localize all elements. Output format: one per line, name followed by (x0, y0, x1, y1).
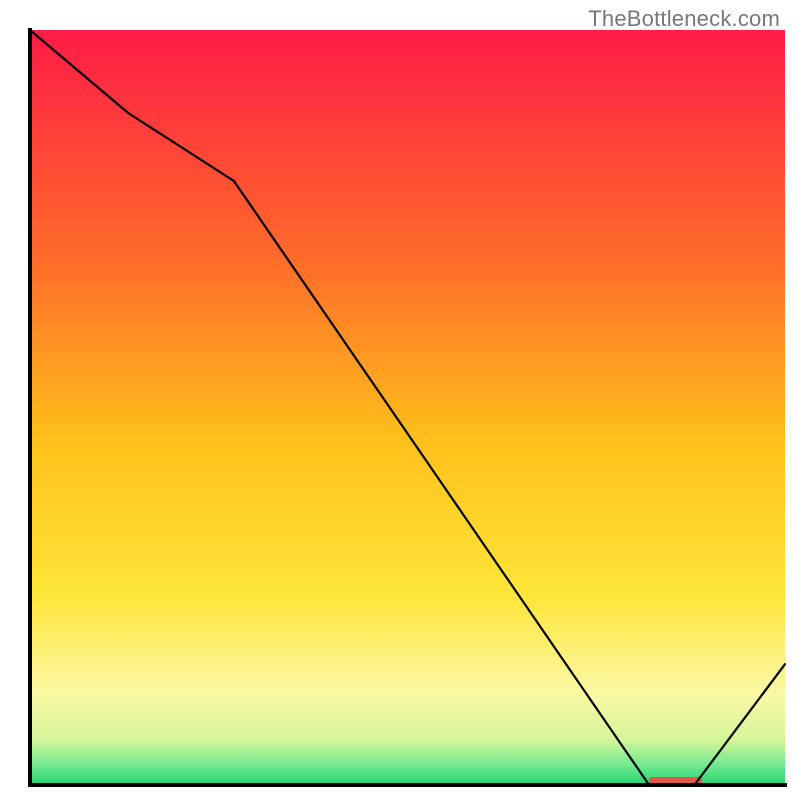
marker-strip (649, 777, 702, 784)
chart-svg (0, 0, 800, 800)
plot-background (30, 30, 785, 785)
chart-container: TheBottleneck.com (0, 0, 800, 800)
watermark-label: TheBottleneck.com (588, 6, 780, 32)
